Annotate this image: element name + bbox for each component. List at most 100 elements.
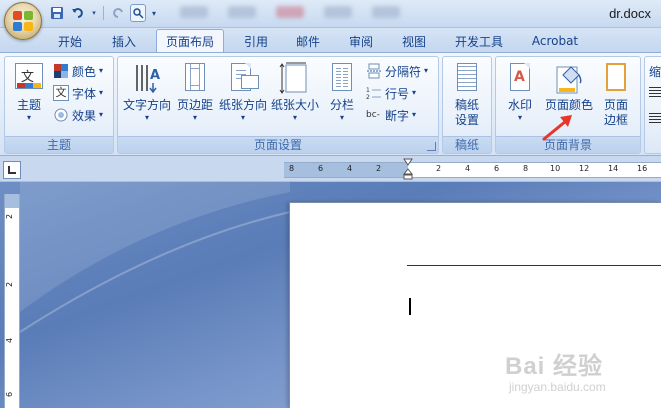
- indent-marker-icon[interactable]: [403, 158, 413, 180]
- ruler-number: 8: [289, 164, 295, 173]
- chevron-down-icon: ▾: [99, 66, 104, 75]
- columns-label: 分栏: [329, 98, 354, 112]
- tab-page-layout[interactable]: 页面布局: [156, 29, 224, 52]
- office-button[interactable]: [4, 2, 42, 40]
- page-borders-icon: [600, 61, 632, 95]
- group-manuscript: 稿纸 设置 稿纸: [442, 56, 492, 154]
- group-label-manuscript: 稿纸: [443, 136, 491, 153]
- group-paragraph-partial: 缩: [644, 56, 661, 154]
- watermark-icon: A: [504, 61, 536, 95]
- line-numbers-label: 行号: [385, 86, 410, 101]
- ruler-top-margin: [5, 194, 19, 208]
- page-break-icon: [366, 63, 382, 79]
- line-numbers-button[interactable]: 12 行号 ▾: [366, 83, 416, 103]
- ruler-number: 4: [347, 164, 353, 173]
- chevron-down-icon: ▾: [517, 113, 522, 122]
- hyphenation-button[interactable]: bc- 断字 ▾: [366, 105, 416, 125]
- blurred-taskbar-items: [180, 6, 400, 18]
- chevron-down-icon: ▾: [99, 110, 104, 119]
- themes-button[interactable]: 文 主题 ▾: [9, 59, 49, 123]
- horizontal-ruler[interactable]: 8 6 4 2 2 4 6 8 10 12 14 16: [284, 162, 661, 178]
- text-direction-label: 文字方向: [122, 98, 171, 112]
- group-page-setup: A 文字方向 ▾ 页边距 ▾ 纸张方向 ▾ 纸张大小 ▾ 分栏 ▾ 分隔符 ▾ …: [117, 56, 439, 154]
- watermark-button[interactable]: A 水印 ▾: [502, 59, 538, 123]
- theme-effects-button[interactable]: 效果 ▾: [53, 105, 103, 125]
- tab-references[interactable]: 引用: [234, 30, 278, 52]
- tab-developer[interactable]: 开发工具: [446, 30, 512, 52]
- ruler-number: 4: [465, 164, 471, 173]
- tab-insert[interactable]: 插入: [102, 30, 146, 52]
- tab-acrobat[interactable]: Acrobat: [522, 30, 588, 52]
- chevron-down-icon: ▾: [412, 88, 417, 97]
- orientation-label: 纸张方向: [218, 98, 267, 112]
- page-size-icon: [279, 61, 311, 95]
- paint-bucket-icon: [553, 61, 585, 95]
- dialog-launcher-icon[interactable]: [427, 142, 436, 151]
- theme-colors-label: 颜色: [72, 64, 97, 79]
- header-border-line: [407, 265, 661, 266]
- ruler-left-margin: [284, 163, 408, 177]
- line-numbers-icon: 12: [366, 85, 382, 101]
- ruler-number: 2: [376, 164, 382, 173]
- tab-home[interactable]: 开始: [48, 30, 92, 52]
- ruler-number: 6: [318, 164, 324, 173]
- ruler-number: 6: [5, 391, 15, 398]
- breaks-button[interactable]: 分隔符 ▾: [366, 61, 428, 81]
- chevron-down-icon: ▾: [424, 66, 429, 75]
- ruler-number: 16: [637, 164, 648, 173]
- chevron-down-icon: ▾: [412, 110, 417, 119]
- print-preview-icon[interactable]: [130, 4, 146, 22]
- undo-icon[interactable]: [69, 4, 87, 22]
- manuscript-settings-label-2: 设置: [454, 113, 479, 127]
- margins-button[interactable]: 页边距 ▾: [174, 59, 216, 123]
- indent-right-icon[interactable]: [649, 113, 661, 125]
- svg-text:2: 2: [366, 94, 370, 101]
- breaks-label: 分隔符: [385, 64, 422, 79]
- chevron-down-icon: ▾: [144, 113, 149, 122]
- tab-selector-button[interactable]: [3, 161, 21, 179]
- orientation-button[interactable]: 纸张方向 ▾: [218, 59, 268, 123]
- ruler-number: 10: [550, 164, 561, 173]
- size-label: 纸张大小: [270, 98, 319, 112]
- size-button[interactable]: 纸张大小 ▾: [270, 59, 320, 123]
- vertical-ruler[interactable]: 2 2 4 6: [4, 194, 20, 408]
- tab-mailings[interactable]: 邮件: [286, 30, 330, 52]
- office-logo-icon: [13, 11, 33, 31]
- quick-access-toolbar: ▾ ▾: [48, 3, 159, 23]
- text-direction-button[interactable]: A 文字方向 ▾: [122, 59, 172, 123]
- theme-fonts-label: 字体: [72, 86, 97, 101]
- undo-dropdown-icon[interactable]: ▾: [90, 4, 98, 22]
- ruler-number: 8: [523, 164, 529, 173]
- columns-button[interactable]: 分栏 ▾: [324, 59, 360, 123]
- save-icon[interactable]: [48, 4, 66, 22]
- customize-toolbar-icon[interactable]: ▾: [149, 4, 159, 22]
- chevron-down-icon: ▾: [26, 113, 31, 122]
- page-borders-button[interactable]: 页面 边框: [598, 59, 634, 128]
- chevron-down-icon: ▾: [192, 113, 197, 122]
- color-palette-icon: [53, 63, 69, 79]
- theme-fonts-button[interactable]: 文 字体 ▾: [53, 83, 103, 103]
- document-page[interactable]: [289, 202, 661, 408]
- theme-effects-label: 效果: [72, 108, 97, 123]
- document-workspace: 2 2 4 6: [0, 182, 661, 408]
- redo-icon[interactable]: [109, 4, 127, 22]
- text-cursor: [409, 298, 411, 315]
- chevron-down-icon: ▾: [339, 113, 344, 122]
- theme-colors-button[interactable]: 颜色 ▾: [53, 61, 103, 81]
- page-color-label: 页面颜色: [544, 98, 593, 112]
- toolbar-separator: [103, 6, 104, 20]
- manuscript-settings-button[interactable]: 稿纸 设置: [447, 59, 487, 128]
- tab-view[interactable]: 视图: [392, 30, 436, 52]
- group-label-page-setup: 页面设置: [118, 136, 438, 153]
- indent-left-icon[interactable]: [649, 87, 661, 99]
- chevron-down-icon: ▾: [240, 113, 245, 122]
- ruler-row: 8 6 4 2 2 4 6 8 10 12 14 16: [0, 156, 661, 182]
- ruler-number: 4: [5, 337, 15, 344]
- ruler-number: 6: [494, 164, 500, 173]
- ribbon-tabs: 开始 插入 页面布局 引用 邮件 审阅 视图 开发工具 Acrobat: [0, 28, 661, 52]
- tab-review[interactable]: 审阅: [339, 30, 383, 52]
- manuscript-grid-icon: [451, 61, 483, 95]
- ruler-number: 2: [5, 281, 15, 288]
- chevron-down-icon: ▾: [99, 88, 104, 97]
- ruler-number: 2: [436, 164, 442, 173]
